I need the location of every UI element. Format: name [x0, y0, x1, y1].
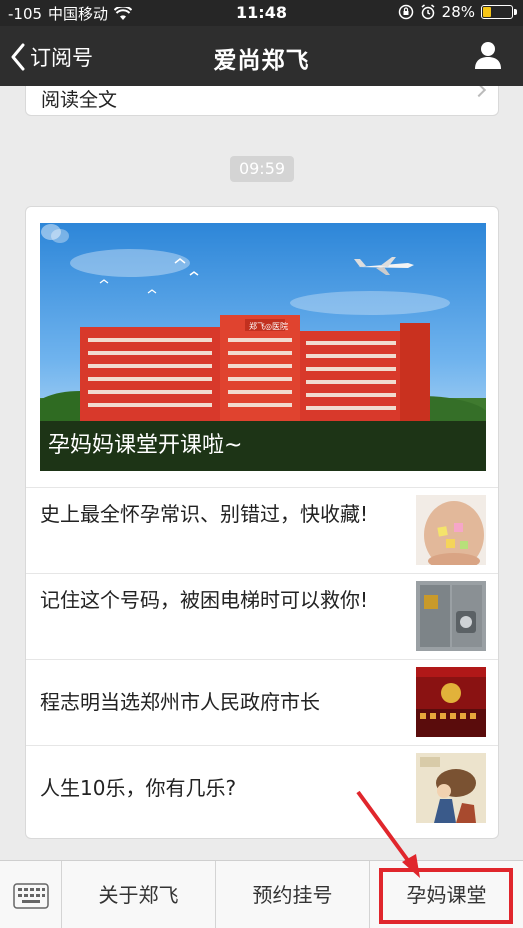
- alarm-icon: [421, 4, 435, 20]
- rotation-lock-icon: [398, 4, 413, 20]
- list-item[interactable]: 程志明当选郑州市人民政府市长: [26, 659, 498, 745]
- battery-percent: 28%: [441, 3, 475, 21]
- article-title: 记住这个号码，被困电梯时可以救你!: [40, 588, 369, 612]
- profile-icon[interactable]: [473, 40, 503, 70]
- article-title: 史上最全怀孕常识、别错过，快收藏!: [40, 502, 369, 526]
- page-title: 爱尚郑飞: [213, 48, 310, 74]
- wechat-icon: [41, 224, 69, 243]
- keyboard-toggle-button[interactable]: [0, 861, 62, 928]
- message-list[interactable]: 阅读全文 09:59 郑飞◎医院 孕妈妈课堂开课啦~ 史上最全怀孕常识、别错过，…: [0, 86, 523, 860]
- article-title: 程志明当选郑州市人民政府市长: [40, 690, 320, 714]
- list-item[interactable]: 史上最全怀孕常识、别错过，快收藏!: [26, 487, 498, 573]
- nav-bar: 订阅号 爱尚郑飞: [0, 26, 523, 86]
- status-bar: -105 中国移动 11:48 28%: [0, 0, 523, 26]
- list-item[interactable]: 记住这个号码，被困电梯时可以救你!: [26, 573, 498, 659]
- article-thumbnail: [416, 581, 486, 651]
- chevron-right-icon: [471, 86, 487, 98]
- menu-about[interactable]: 关于郑飞: [62, 861, 216, 928]
- previous-article-card[interactable]: 阅读全文: [25, 86, 499, 116]
- message-timestamp: 09:59: [230, 156, 294, 182]
- keyboard-icon: [13, 883, 49, 909]
- hero-building-sign: 郑飞◎医院: [249, 321, 288, 331]
- article-title: 人生10乐，你有几乐?: [40, 776, 237, 800]
- article-thumbnail: [416, 753, 486, 823]
- list-item[interactable]: 人生10乐，你有几乐?: [26, 745, 498, 831]
- article-thumbnail: [416, 495, 486, 565]
- article-card: 郑飞◎医院 孕妈妈课堂开课啦~ 史上最全怀孕常识、别错过，快收藏! 记住这个号码…: [25, 206, 499, 839]
- battery-icon: [481, 5, 517, 19]
- menu-appointment[interactable]: 预约挂号: [216, 861, 370, 928]
- article-thumbnail: [416, 667, 486, 737]
- highlight-box: [379, 868, 513, 924]
- hero-title: 孕妈妈课堂开课啦~: [40, 421, 486, 471]
- hero-article[interactable]: 郑飞◎医院 孕妈妈课堂开课啦~: [40, 223, 486, 471]
- status-right: 28%: [398, 3, 517, 21]
- read-more-link[interactable]: 阅读全文: [41, 86, 117, 112]
